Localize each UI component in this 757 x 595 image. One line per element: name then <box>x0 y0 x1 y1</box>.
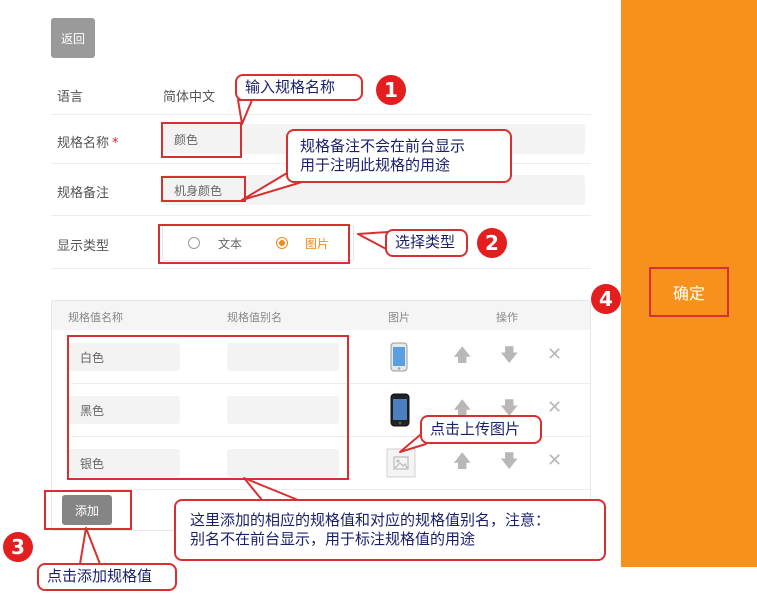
highlight-value-inputs <box>67 335 349 480</box>
step-number-badge: 1 <box>376 75 406 105</box>
callout-upload-image: 点击上传图片 <box>420 415 542 444</box>
highlight-spec-note <box>161 176 246 202</box>
highlight-display-type <box>158 224 350 264</box>
callout-spec-values: 这里添加的相应的规格值和对应的规格值别名，注意： 别名不在前台显示，用于标注规格… <box>174 499 606 561</box>
step-number-badge: 3 <box>3 532 33 562</box>
highlight-add-button <box>44 490 132 530</box>
callout-spec-name: 输入规格名称 <box>235 74 363 101</box>
step-number-badge: 4 <box>591 284 621 314</box>
callout-display-type: 选择类型 <box>385 229 468 257</box>
highlight-spec-name <box>161 122 242 158</box>
callout-spec-note: 规格备注不会在前台显示 用于注明此规格的用途 <box>286 129 512 183</box>
callout-add-value: 点击添加规格值 <box>37 563 177 591</box>
step-number-badge: 2 <box>477 228 507 258</box>
